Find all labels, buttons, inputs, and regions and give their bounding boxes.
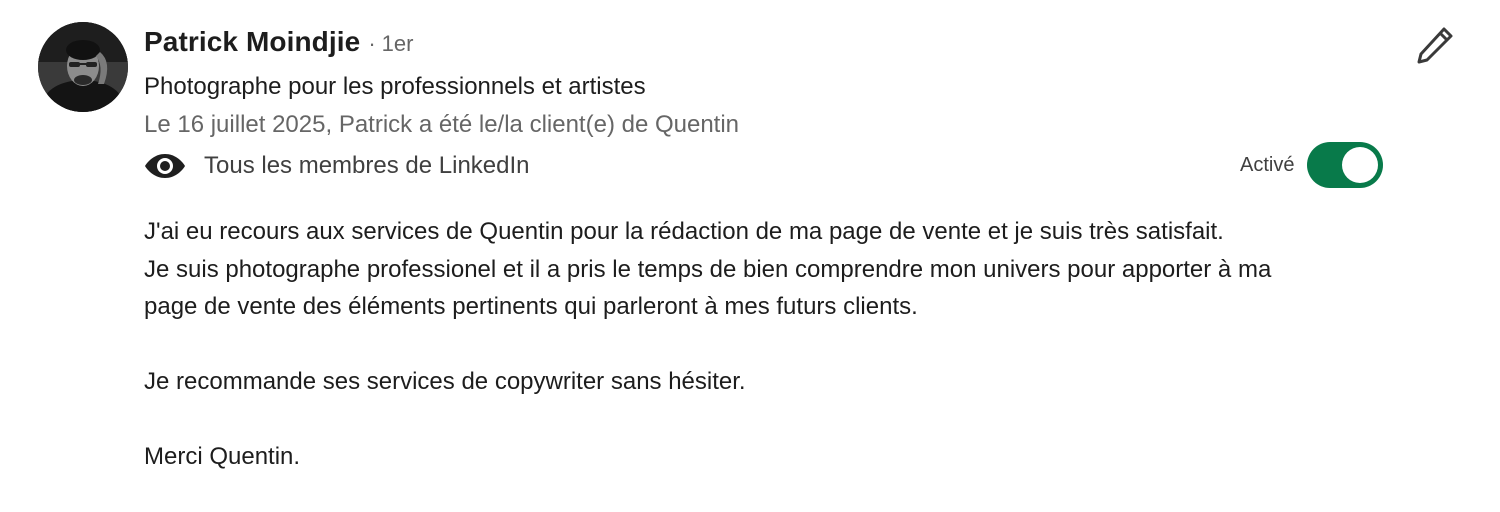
name-separator: · (368, 31, 376, 56)
visibility-label: Tous les membres de LinkedIn (204, 152, 530, 179)
display-toggle-group: Activé (1240, 142, 1384, 188)
eye-icon (145, 154, 185, 178)
pencil-icon[interactable] (1414, 24, 1456, 66)
author-avatar[interactable] (38, 22, 128, 112)
recommendation-line: Je suis photographe professionel et il a… (144, 255, 1272, 283)
name-line: Patrick Moindjie · 1er (144, 26, 413, 64)
display-toggle[interactable] (1307, 142, 1384, 188)
author-header: Patrick Moindjie · 1er (144, 26, 413, 64)
author-name[interactable]: Patrick Moindjie (144, 26, 360, 58)
recommendation-line: J'ai eu recours aux services de Quentin … (144, 218, 1224, 245)
visibility-setting: Tous les membres de LinkedIn (144, 148, 530, 184)
avatar-photo (38, 22, 128, 112)
connection-degree: 1er (381, 31, 414, 56)
recommendation-line: Je recommande ses services de copywriter… (144, 368, 746, 395)
toggle-knob (1342, 147, 1379, 183)
recommendation-line: Merci Quentin. (144, 443, 301, 470)
recommendation-line: page de vente des éléments pertinents qu… (144, 293, 918, 320)
recommendation-text: J'ai eu recours aux services de Quentin … (144, 213, 1464, 476)
author-headline: Photographe pour les professionnels et a… (144, 73, 646, 100)
toggle-label: Activé (1240, 153, 1295, 176)
relationship-text: Le 16 juillet 2025, Patrick a été le/la … (144, 111, 740, 138)
